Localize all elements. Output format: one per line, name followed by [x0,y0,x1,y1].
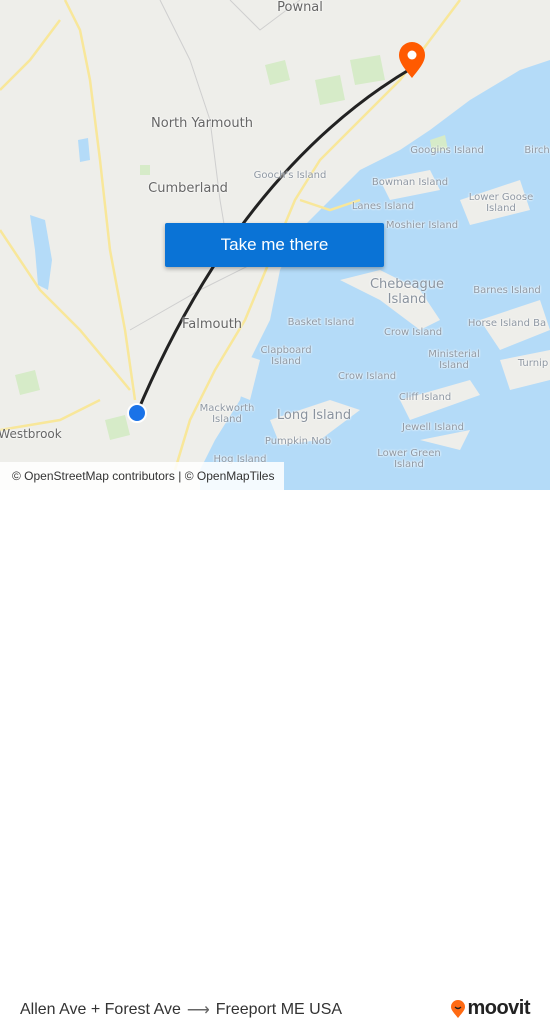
moovit-logo[interactable]: moovit [451,997,530,1020]
label-birch: Birch [524,145,550,156]
label-horse-island: Horse Island Ba [467,318,547,329]
minor-roads [129,0,301,331]
label-lower-green-island: Lower Green Island [377,448,441,470]
label-crow-island-2: Crow Island [337,371,397,382]
origin-name: Allen Ave + Forest Ave [20,1001,181,1018]
label-barnes-island: Barnes Island [473,285,541,296]
map[interactable]: Pownal North Yarmouth Cumberland Falmout… [0,0,550,490]
take-me-there-button[interactable]: Take me there [165,223,384,267]
label-jewell-island: Jewell Island [402,422,464,433]
label-basket-island: Basket Island [287,317,355,328]
label-long-island: Long Island [276,408,352,423]
label-falmouth: Falmouth [181,317,243,332]
label-lower-goose-island: Lower Goose Island [468,192,534,214]
label-googins-island: Googins Island [410,145,484,156]
label-mackworth-island: Mackworth Island [199,403,255,425]
origin-dot-icon [127,403,147,423]
label-cumberland: Cumberland [148,181,228,196]
map-attribution[interactable]: © OpenStreetMap contributors | © OpenMap… [0,462,285,490]
label-turnip: Turnip [517,358,549,369]
lake [30,138,90,290]
label-goochs-island: Gooch's Island [253,170,327,181]
label-lanes-island: Lanes Island [351,201,415,212]
label-moshier-island: Moshier Island [385,220,459,231]
moovit-logo-text: moovit [467,997,530,1019]
label-ministerial-island: Ministerial Island [428,349,480,371]
label-north-yarmouth: North Yarmouth [151,116,253,131]
footer: Allen Ave + Forest Ave ⟶ Freeport ME USA… [0,490,550,1019]
label-chebeague-island: Chebeague Island [369,277,445,307]
label-pownal: Pownal [277,0,323,15]
label-westbrook: Westbrook [0,427,62,441]
label-bowman-island: Bowman Island [371,177,449,188]
arrow-right-icon: ⟶ [186,1002,210,1019]
route-title: Allen Ave + Forest Ave ⟶ Freeport ME USA [20,1000,342,1020]
label-pumpkin-nob: Pumpkin Nob [264,436,332,447]
destination-name: Freeport ME USA [215,1001,343,1018]
label-crow-island-1: Crow Island [383,327,443,338]
moovit-pin-icon [451,999,466,1018]
label-clapboard-island: Clapboard Island [260,345,312,367]
label-cliff-island: Cliff Island [398,392,452,403]
